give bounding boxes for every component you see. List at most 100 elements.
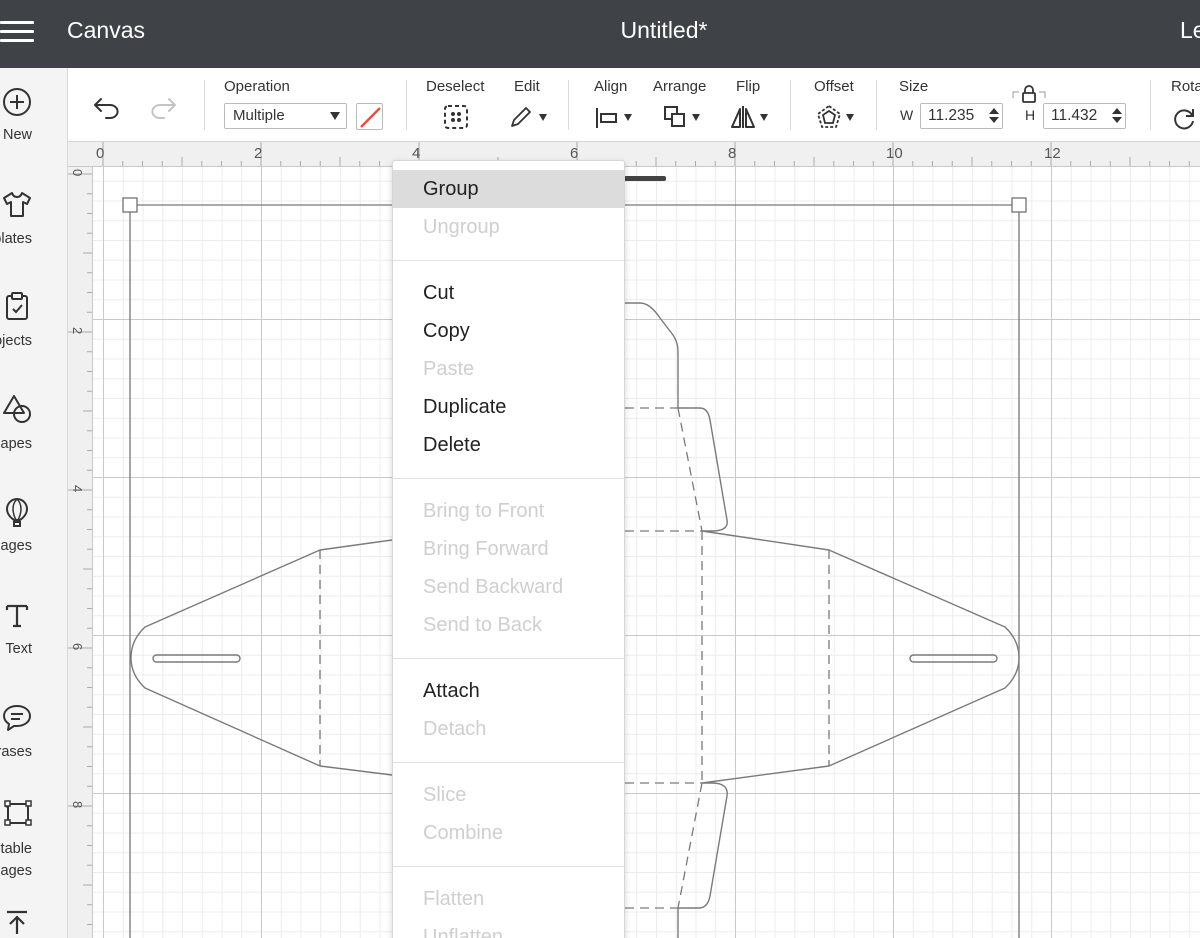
toolbar-divider (1150, 80, 1151, 130)
sidebar-item-label: hapes (0, 436, 32, 452)
sidebar-item-label: hrases (0, 744, 32, 760)
sidebar-item-shapes[interactable]: hapes (0, 393, 67, 453)
edit-dropdown[interactable] (508, 104, 550, 130)
sidebar-item-label-line2: mages (0, 863, 32, 879)
sidebar-item-label: New (2, 127, 32, 143)
sidebar-item-label: mplates (0, 231, 32, 247)
operation-label: Operation (224, 78, 290, 95)
ruler-label: 12 (1044, 145, 1061, 162)
ruler-label: 6 (70, 643, 85, 651)
selection-handle-top-left[interactable] (122, 197, 138, 213)
height-prefix: H (1025, 107, 1036, 123)
menu-divider (393, 478, 624, 479)
vertical-ruler-ticks (68, 173, 92, 925)
menu-item-unflatten: Unflatten (423, 926, 504, 938)
toolbar-divider (568, 80, 569, 130)
sidebar-item-templates[interactable]: mplates (0, 188, 67, 248)
caret-down-icon (846, 114, 854, 121)
toolbar-divider (876, 80, 877, 130)
menu-item-copy[interactable]: Copy (393, 312, 624, 350)
menu-item-flatten: Flatten (423, 888, 485, 910)
balloon-icon (5, 497, 29, 527)
menu-item-delete[interactable]: Delete (393, 426, 624, 464)
offset-dropdown[interactable] (816, 104, 858, 130)
width-prefix: W (900, 107, 914, 123)
menu-item-attach[interactable]: Attach (393, 672, 624, 710)
sidebar-item-text[interactable]: Text (0, 599, 67, 659)
toolbar-divider (790, 80, 791, 130)
plus-circle-icon (3, 88, 31, 116)
tshirt-icon (3, 192, 31, 217)
sidebar-item-label: Text (5, 641, 32, 657)
menu-item-bring-forward: Bring Forward (423, 538, 549, 560)
sidebar-item-label: mages (0, 538, 32, 554)
flip-label: Flip (736, 78, 761, 95)
redo-icon[interactable] (148, 96, 178, 120)
arrange-dropdown[interactable] (662, 104, 704, 130)
operation-select-value: Multiple (233, 107, 285, 124)
ruler-label: 2 (254, 145, 263, 162)
top-bar: Canvas Untitled* Le (0, 0, 1200, 68)
menu-item-detach: Detach (423, 718, 487, 740)
height-stepper[interactable] (1112, 108, 1122, 124)
menu-item-combine: Combine (423, 822, 504, 844)
sidebar-item-projects[interactable]: rojects (0, 290, 67, 350)
design-canvas[interactable] (93, 167, 1200, 938)
clipboard-icon (6, 292, 28, 320)
ruler-label: 8 (728, 145, 737, 162)
pencil-icon (511, 107, 531, 127)
box-template-artwork[interactable] (93, 167, 1200, 938)
lock-icon[interactable] (1012, 84, 1046, 104)
sidebar-item-editable-images[interactable]: ditable mages (0, 796, 67, 879)
rotate-label: Rota (1171, 78, 1200, 95)
document-title[interactable]: Untitled* (0, 17, 1200, 44)
deselect-label: Deselect (426, 78, 485, 95)
edit-label: Edit (514, 78, 540, 95)
ruler-label: 4 (70, 485, 85, 493)
menu-divider (393, 658, 624, 659)
sidebar-item-new[interactable]: New (0, 86, 67, 146)
selection-handle-top-right[interactable] (1011, 197, 1027, 213)
color-swatch[interactable] (356, 103, 383, 130)
deselect-icon[interactable] (443, 104, 469, 130)
menu-item-duplicate[interactable]: Duplicate (393, 388, 624, 426)
caret-down-icon (330, 112, 340, 120)
horizontal-ruler: 0 2 4 6 8 10 12 (68, 142, 1200, 167)
arrange-icon (664, 106, 685, 127)
ruler-label: 0 (96, 145, 105, 162)
header-right-link[interactable]: Le (1180, 17, 1200, 44)
ruler-label: 0 (70, 169, 85, 177)
menu-item-cut[interactable]: Cut (393, 274, 624, 312)
undo-icon[interactable] (92, 96, 122, 120)
edit-toolbar: Operation Multiple Deselect Edit Align A… (68, 68, 1200, 142)
editable-image-icon (4, 800, 32, 826)
menu-item-slice: Slice (423, 784, 467, 806)
sidebar-item-upload[interactable] (0, 906, 67, 938)
flip-dropdown[interactable] (730, 104, 772, 130)
context-menu: Group Ungroup Cut Copy Paste Duplicate D… (392, 160, 625, 938)
ruler-label: 8 (70, 801, 85, 809)
align-left-icon (596, 108, 617, 128)
arrange-label: Arrange (653, 78, 707, 95)
toolbar-divider (204, 80, 205, 130)
vertical-ruler: 0 2 4 6 8 (68, 167, 93, 938)
menu-item-bring-to-front: Bring to Front (423, 500, 545, 522)
menu-item-group[interactable]: Group (393, 170, 624, 208)
width-stepper[interactable] (989, 108, 999, 124)
caret-down-icon (692, 114, 700, 121)
align-dropdown[interactable] (594, 106, 634, 130)
ruler-label: 10 (886, 145, 903, 162)
sidebar-item-images[interactable]: mages (0, 496, 67, 556)
caret-down-icon (624, 114, 632, 121)
ruler-label: 2 (70, 327, 85, 335)
operation-select[interactable]: Multiple (224, 103, 347, 129)
rotate-icon[interactable] (1171, 106, 1197, 130)
height-input[interactable]: 11.432 (1043, 103, 1126, 129)
menu-item-ungroup: Ungroup (423, 216, 500, 238)
speech-bubble-icon (3, 705, 31, 731)
caret-down-icon (539, 114, 547, 121)
sidebar-item-phrases[interactable]: hrases (0, 702, 67, 762)
width-input[interactable]: 11.235 (920, 103, 1003, 129)
height-value: 11.432 (1051, 107, 1098, 124)
sidebar-item-label: rojects (0, 333, 32, 349)
